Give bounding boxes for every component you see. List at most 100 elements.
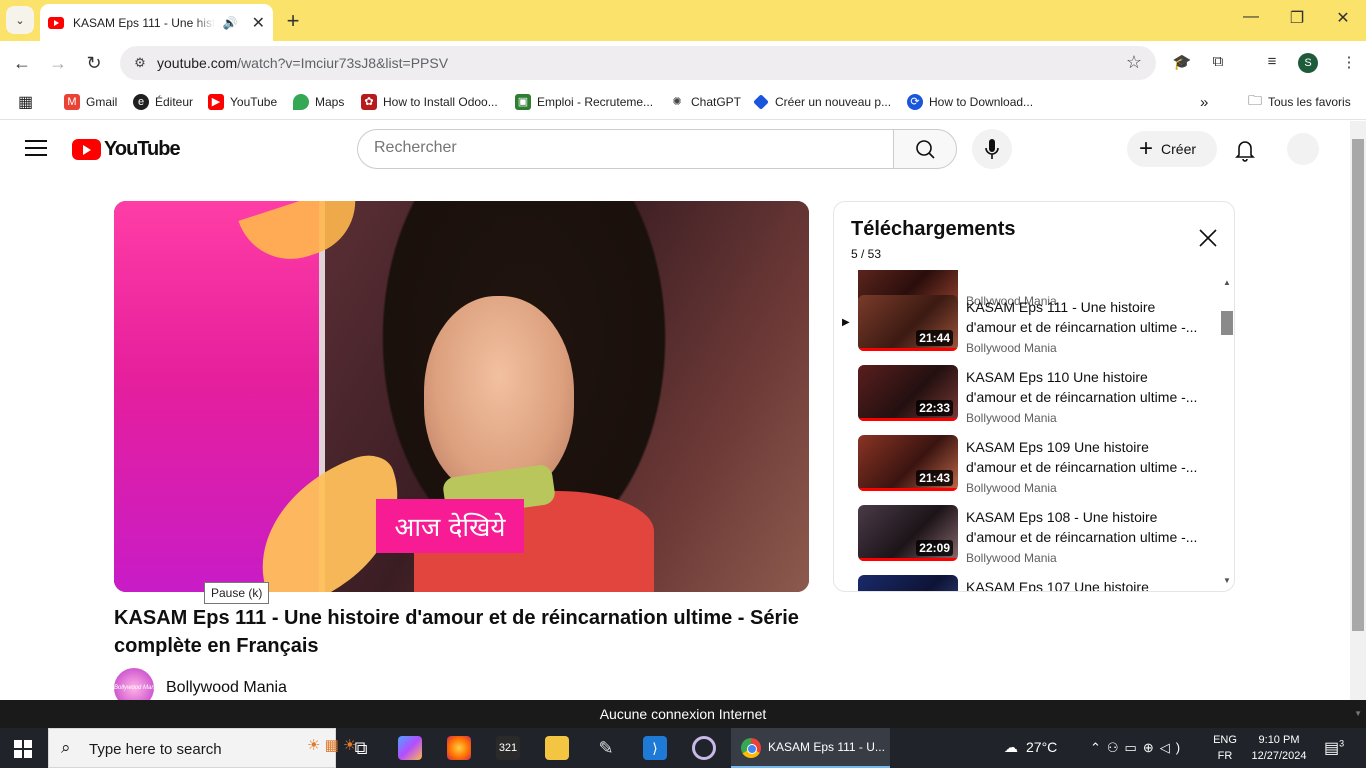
youtube-icon: ▶	[208, 94, 224, 110]
bookmark-chatgpt[interactable]: ✺ ChatGPT	[669, 93, 741, 111]
bookmark-creer[interactable]: Créer un nouveau p...	[753, 93, 891, 111]
title-line-1: KASAM Eps 110 Une histoire	[966, 369, 1148, 385]
all-bookmarks[interactable]: 🗀 Tous les favoris	[1248, 92, 1351, 111]
video-overlay-caption: आज देखिये	[376, 499, 524, 553]
paint-app-icon[interactable]: ✎	[594, 736, 618, 760]
bookmark-star-icon[interactable]: ☆	[1126, 52, 1142, 73]
search-icon: ⌕	[61, 738, 71, 757]
search-button[interactable]	[893, 129, 957, 169]
playlist-item[interactable]: KASAM Eps 107 Une histoire	[834, 575, 1220, 592]
create-label: Créer	[1161, 141, 1197, 157]
taskbar-search[interactable]: ⌕ Type here to search ☀ ▦ ☀	[48, 728, 356, 768]
bookmark-label: Créer un nouveau p...	[775, 95, 892, 109]
duration-badge: 22:09	[916, 540, 953, 556]
copilot-icon[interactable]	[398, 736, 422, 760]
page-scrollbar[interactable]	[1350, 121, 1366, 700]
close-window-button[interactable]: ✕	[1328, 8, 1358, 28]
task-view-icon[interactable]: ⧉	[349, 736, 373, 760]
scroll-down-arrow-icon[interactable]: ▼	[1354, 700, 1362, 728]
file-explorer-icon[interactable]	[545, 736, 569, 760]
minimize-button[interactable]: —	[1236, 8, 1266, 26]
arrow-right-icon: →	[49, 53, 67, 73]
language-indicator[interactable]: ENG FR	[1212, 732, 1238, 764]
taskbar-clock[interactable]: 9:10 PM 12/27/2024	[1248, 732, 1310, 764]
extension-icon[interactable]: 🎓	[1171, 53, 1193, 71]
bookmark-emploi[interactable]: ▣ Emploi - Recruteme...	[515, 93, 653, 111]
bookmark-youtube[interactable]: ▶ YouTube	[208, 93, 277, 111]
browser-tab-active[interactable]: KASAM Eps 111 - Une histoire d'amour et …	[40, 4, 273, 41]
puzzle-icon[interactable]: ⧉	[1207, 53, 1229, 70]
bookmark-label: YouTube	[230, 95, 278, 109]
bookmark-download[interactable]: ⟳ How to Download...	[907, 93, 1033, 111]
voice-search-button[interactable]	[972, 129, 1012, 169]
tab-title: KASAM Eps 111 - Une histoire d'amour et …	[73, 15, 215, 30]
tab-search-button[interactable]: ⌄	[6, 6, 34, 34]
more-bookmarks-icon[interactable]: »	[1200, 93, 1208, 111]
create-button[interactable]: + Créer	[1127, 131, 1217, 167]
bookmark-odoo[interactable]: ✿ How to Install Odoo...	[361, 93, 498, 111]
weather-widget[interactable]: ☁ 27°C	[1004, 739, 1057, 756]
bookmark-maps[interactable]: Maps	[293, 93, 344, 111]
playlist-thumbnail: 22:33	[858, 365, 958, 421]
address-bar[interactable]: ⚙ youtube.com/watch?v=Imciur73sJ8&list=P…	[120, 46, 1156, 80]
youtube-play-icon	[72, 139, 101, 160]
windows-start-icon[interactable]	[14, 740, 32, 758]
scrollbar-thumb[interactable]	[1352, 139, 1364, 631]
playlist-scrollbar-thumb[interactable]	[1221, 311, 1233, 335]
pause-tooltip: Pause (k)	[204, 582, 270, 604]
forward-button[interactable]: →	[46, 51, 70, 75]
taskbar-search-placeholder: Type here to search	[89, 741, 222, 758]
playlist-title[interactable]: Téléchargements	[851, 218, 1016, 241]
kebab-menu-icon[interactable]: ⋮	[1338, 53, 1360, 71]
playlist-item[interactable]: 22:33 KASAM Eps 110 Une histoire d'amour …	[834, 365, 1220, 435]
playlist-scrollbar[interactable]: ▲ ▼	[1220, 270, 1234, 591]
site-info-icon[interactable]: ⚙	[130, 53, 150, 73]
notification-center-icon[interactable]: ▤3	[1324, 738, 1344, 758]
vscode-icon[interactable]: ⟩	[643, 736, 667, 760]
system-tray-icons[interactable]: ⌃⚇▭⊕◁)	[1090, 740, 1186, 756]
account-avatar[interactable]	[1287, 133, 1319, 165]
search-input[interactable]	[374, 139, 874, 157]
media-control-icon[interactable]: ≡	[1261, 53, 1283, 70]
bookmark-label: Gmail	[86, 95, 118, 109]
new-tab-button[interactable]: +	[282, 8, 304, 34]
back-button[interactable]: ←	[10, 51, 34, 75]
taskbar-chrome-app[interactable]: KASAM Eps 111 - U...	[731, 728, 890, 768]
profile-avatar[interactable]: S	[1298, 53, 1318, 73]
title-line-2: d'amour et de réincarnation ultime -...	[966, 319, 1198, 335]
bookmark-editeur[interactable]: e Éditeur	[133, 93, 193, 111]
close-tab-icon[interactable]: ✕	[252, 13, 265, 33]
reload-button[interactable]: ↻	[82, 51, 106, 75]
restore-button[interactable]: ❐	[1282, 8, 1312, 28]
scroll-down-arrow-icon[interactable]: ▼	[1223, 576, 1231, 585]
playlist-count: 5 / 53	[851, 247, 882, 261]
notifications-bell-icon[interactable]	[1232, 137, 1258, 163]
video-title: KASAM Eps 111 - Une histoire d'amour et …	[114, 607, 799, 657]
title-line-2: d'amour et de réincarnation ultime -...	[966, 459, 1198, 475]
youtube-logo[interactable]: YouTube	[72, 138, 181, 161]
media-player-icon[interactable]: 321	[496, 736, 520, 760]
url-text[interactable]: youtube.com/watch?v=Imciur73sJ8&list=PPS…	[157, 55, 448, 71]
odoo-site-icon: ✿	[361, 94, 377, 110]
apps-grid-icon[interactable]: ▦	[18, 93, 33, 111]
speaker-icon[interactable]: 🔊	[223, 16, 238, 30]
playlist-item[interactable]: 21:43 KASAM Eps 109 Une histoire d'amour …	[834, 435, 1220, 505]
title-line-1: KASAM Eps 107 Une histoire	[966, 579, 1149, 592]
recorder-icon[interactable]	[692, 736, 716, 760]
scroll-up-arrow-icon[interactable]: ▲	[1223, 278, 1231, 287]
clock-time: 9:10 PM	[1258, 734, 1300, 746]
playlist-item[interactable]: 22:09 KASAM Eps 108 - Une histoire d'amou…	[834, 505, 1220, 575]
playlist-item[interactable]: ▶ 21:44 KASAM Eps 111 - Une histoire d'am…	[834, 295, 1220, 365]
offline-status-bar: Aucune connexion Internet ▼	[0, 700, 1366, 728]
gmail-icon: M	[64, 94, 80, 110]
logo-text: YouTube	[104, 138, 181, 160]
close-playlist-button[interactable]	[1196, 226, 1220, 250]
duration-badge: 21:44	[916, 330, 953, 346]
bookmark-gmail[interactable]: M Gmail	[64, 93, 117, 111]
browser-toolbar: ← → ↻ ⚙ youtube.com/watch?v=Imciur73sJ8&…	[0, 41, 1366, 85]
channel-name[interactable]: Bollywood Mania	[166, 679, 287, 697]
video-player[interactable]: आज देखिये	[114, 201, 809, 592]
firefox-icon[interactable]	[447, 736, 471, 760]
hamburger-menu-icon[interactable]	[25, 140, 47, 156]
reload-icon: ↻	[86, 53, 102, 73]
